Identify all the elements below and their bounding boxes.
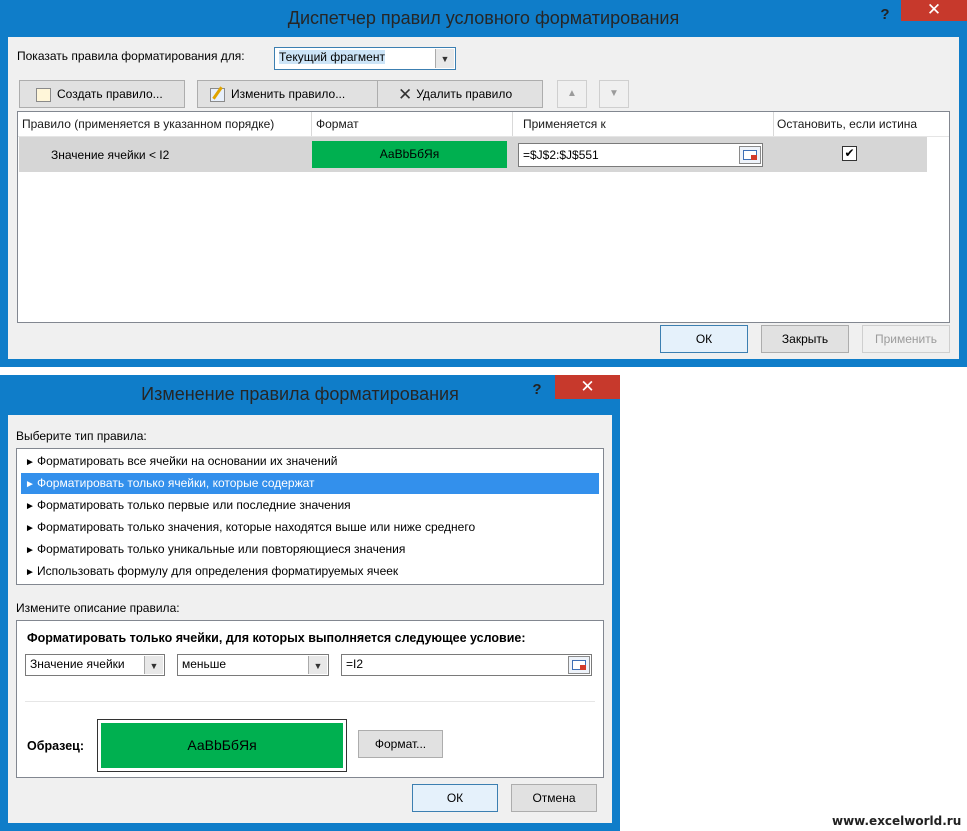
edit-rule-body: Выберите тип правила: ► Форматировать все… bbox=[8, 415, 612, 823]
list-item[interactable]: ► Использовать формулу для определения фо… bbox=[21, 561, 599, 582]
move-up-button[interactable]: ▲ bbox=[557, 80, 587, 108]
chevron-down-icon[interactable]: ▼ bbox=[144, 656, 163, 674]
ok-button[interactable]: ОК bbox=[660, 325, 748, 353]
rules-toolbar: Создать правило... Изменить правило... ✕… bbox=[17, 79, 950, 111]
header-separator bbox=[773, 112, 774, 136]
create-rule-label: Создать правило... bbox=[57, 87, 163, 101]
condition-value: =I2 bbox=[346, 657, 364, 671]
preview-label: Образец: bbox=[27, 739, 85, 753]
column-format-header: Формат bbox=[316, 117, 359, 131]
bullet-arrow-icon: ► bbox=[25, 567, 35, 578]
preview-sample: АаBbБбЯя bbox=[101, 723, 343, 768]
condition-value-input[interactable]: =I2 bbox=[341, 654, 592, 676]
stop-if-true-checkbox[interactable]: ✔ bbox=[842, 146, 857, 161]
create-rule-button[interactable]: Создать правило... bbox=[19, 80, 185, 108]
header-separator bbox=[512, 112, 513, 136]
watermark: www.excelworld.ru bbox=[832, 814, 962, 828]
table-row[interactable]: Значение ячейки < I2 АаBbБбЯя =$J$2:$J$5… bbox=[19, 137, 927, 172]
bullet-arrow-icon: ► bbox=[25, 545, 35, 556]
show-rules-combo[interactable]: Текущий фрагмент ▼ bbox=[274, 47, 456, 70]
condition-heading: Форматировать только ячейки, для которых… bbox=[27, 631, 526, 645]
applies-to-input[interactable]: =$J$2:$J$551 bbox=[518, 143, 763, 167]
list-item[interactable]: ► Форматировать только значения, которые … bbox=[21, 517, 599, 538]
chevron-down-icon[interactable]: ▼ bbox=[435, 49, 454, 68]
close-button[interactable]: Закрыть bbox=[761, 325, 849, 353]
apply-button[interactable]: Применить bbox=[862, 325, 950, 353]
arrow-down-icon: ▼ bbox=[609, 88, 619, 99]
close-window-button[interactable]: ✕ bbox=[555, 375, 620, 399]
delete-x-icon: ✕ bbox=[398, 84, 413, 104]
bullet-arrow-icon: ► bbox=[25, 479, 35, 490]
help-button[interactable]: ? bbox=[524, 379, 550, 401]
applies-to-value: =$J$2:$J$551 bbox=[523, 148, 599, 162]
list-item[interactable]: ► Форматировать все ячейки на основании и… bbox=[21, 451, 599, 472]
range-select-icon[interactable] bbox=[568, 656, 590, 674]
rules-manager-title: Диспетчер правил условного форматировани… bbox=[287, 8, 680, 28]
rule-description-panel: Форматировать только ячейки, для которых… bbox=[16, 620, 604, 778]
show-rules-value: Текущий фрагмент bbox=[279, 50, 385, 64]
rule-description: Значение ячейки < I2 bbox=[51, 148, 170, 162]
operator-combo[interactable]: меньше ▼ bbox=[177, 654, 329, 676]
range-select-icon[interactable] bbox=[739, 146, 761, 164]
format-sample-text: АаBbБбЯя bbox=[379, 147, 440, 161]
preview-frame: АаBbБбЯя bbox=[97, 719, 347, 772]
chevron-down-icon[interactable]: ▼ bbox=[308, 656, 327, 674]
checkmark-icon: ✔ bbox=[844, 146, 855, 160]
edit-rule-title: Изменение правила форматирования bbox=[141, 384, 459, 404]
edit-rule-label: Изменить правило... bbox=[231, 87, 346, 101]
rules-manager-window: Диспетчер правил условного форматировани… bbox=[0, 0, 967, 367]
column-rule-header: Правило (применяется в указанном порядке… bbox=[22, 117, 275, 131]
list-item[interactable]: ► Форматировать только уникальные или пов… bbox=[21, 539, 599, 560]
edit-rule-icon bbox=[210, 86, 225, 102]
select-rule-type-label: Выберите тип правила: bbox=[16, 429, 147, 443]
condition-type-combo[interactable]: Значение ячейки ▼ bbox=[25, 654, 165, 676]
help-button[interactable]: ? bbox=[872, 4, 898, 26]
column-applies-header: Применяется к bbox=[523, 117, 606, 131]
bullet-arrow-icon: ► bbox=[25, 457, 35, 468]
edit-rule-window: Изменение правила форматирования ? ✕ Выб… bbox=[0, 375, 620, 831]
delete-rule-label: Удалить правило bbox=[416, 87, 513, 101]
format-sample[interactable]: АаBbБбЯя bbox=[312, 141, 507, 168]
panel-divider bbox=[25, 701, 595, 702]
show-rules-label: Показать правила форматирования для: bbox=[17, 49, 245, 63]
edit-description-label: Измените описание правила: bbox=[16, 601, 180, 615]
list-item[interactable]: ► Форматировать только первые или последн… bbox=[21, 495, 599, 516]
close-window-button[interactable]: ✕ bbox=[901, 0, 967, 21]
ok-button[interactable]: ОК bbox=[412, 784, 498, 812]
delete-rule-button[interactable]: ✕ Удалить правило bbox=[377, 80, 543, 108]
rule-type-label: Форматировать только значения, которые н… bbox=[37, 520, 476, 534]
edit-rule-button[interactable]: Изменить правило... bbox=[197, 80, 379, 108]
header-separator bbox=[311, 112, 312, 136]
column-stop-header: Остановить, если истина bbox=[777, 117, 918, 131]
bullet-arrow-icon: ► bbox=[25, 501, 35, 512]
condition-type-value: Значение ячейки bbox=[30, 657, 125, 671]
new-rule-icon bbox=[36, 87, 51, 102]
rule-type-label: Форматировать только ячейки, которые сод… bbox=[37, 476, 315, 490]
arrow-up-icon: ▲ bbox=[567, 88, 577, 99]
rule-type-label: Форматировать только первые или последни… bbox=[37, 498, 351, 512]
bullet-arrow-icon: ► bbox=[25, 523, 35, 534]
rules-manager-body: Показать правила форматирования для: Тек… bbox=[8, 37, 959, 359]
list-item[interactable]: ► Форматировать только ячейки, которые со… bbox=[21, 473, 599, 494]
rule-type-label: Использовать формулу для определения фор… bbox=[37, 564, 399, 578]
format-button[interactable]: Формат... bbox=[358, 730, 443, 758]
rule-type-label: Форматировать все ячейки на основании их… bbox=[37, 454, 338, 468]
preview-sample-text: АаBbБбЯя bbox=[187, 737, 257, 753]
rules-table: Правило (применяется в указанном порядке… bbox=[17, 111, 950, 323]
move-down-button[interactable]: ▼ bbox=[599, 80, 629, 108]
cancel-button[interactable]: Отмена bbox=[511, 784, 597, 812]
table-header: Правило (применяется в указанном порядке… bbox=[18, 112, 949, 137]
operator-value: меньше bbox=[182, 657, 227, 671]
rule-type-label: Форматировать только уникальные или повт… bbox=[37, 542, 406, 556]
rule-type-list: ► Форматировать все ячейки на основании и… bbox=[16, 448, 604, 585]
